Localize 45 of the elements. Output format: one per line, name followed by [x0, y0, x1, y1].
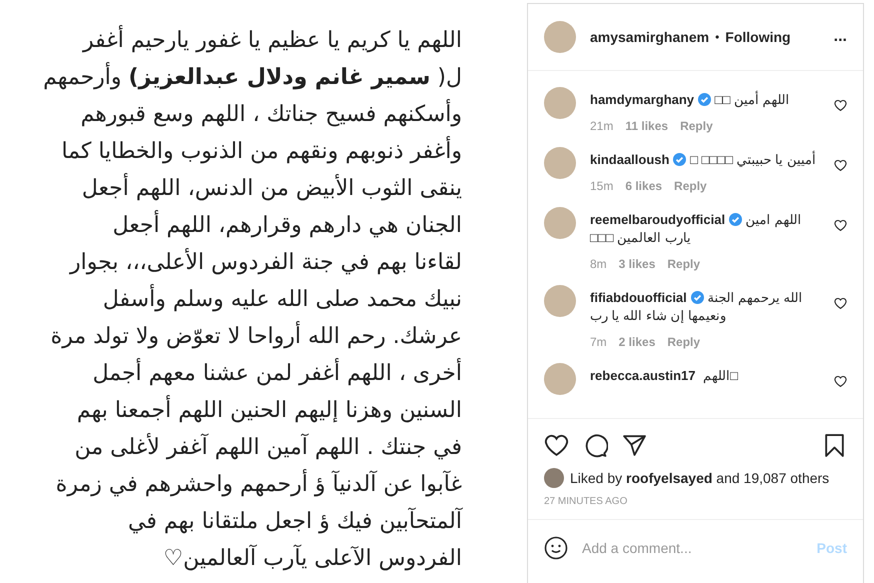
prayer-text-line: الجنان هي دارهم وقرارهم، اللهم أجعل — [112, 207, 462, 244]
comment-time: 15m — [590, 179, 614, 193]
likes-count-button[interactable]: 11 likes — [625, 119, 668, 133]
prayer-text-line: عرشك. رحم الله أرواحا لا تعوّض ولا تولد مرة — [50, 318, 462, 355]
more-options-button[interactable]: ... — [834, 28, 847, 46]
likes-count-button[interactable]: 6 likes — [625, 179, 662, 193]
avatar — [544, 468, 564, 488]
prayer-text-line: ل( سمير غانم ودلال عبدالعزيز) وأرحمهم — [43, 59, 462, 96]
prayer-text-line: آلمتحآبين فيك ؤ اجعل ملتقانا بهم في — [128, 506, 462, 536]
heart-icon[interactable] — [544, 433, 569, 458]
following-button[interactable]: Following — [725, 29, 791, 45]
prayer-text-line: وأغفر ذنوبهم ونقهم من الذنوب والخطايا كما — [61, 133, 462, 170]
heart-icon[interactable] — [834, 219, 847, 232]
reply-button[interactable]: Reply — [674, 179, 707, 193]
prayer-text-line: الفردوس الآعلى يآرب آلعالمين♡ — [163, 544, 462, 573]
prayer-text-line: لقاءنا بهم في جنة الفردوس الأعلى،،، بجوار — [70, 247, 462, 277]
comment-time: 21m — [590, 119, 614, 133]
paper-plane-icon[interactable] — [622, 433, 647, 458]
heart-icon[interactable] — [834, 159, 847, 172]
likes-summary: Liked by roofyelsayed and 19,087 others — [570, 470, 830, 486]
prayer-text-line: السنين وهزنا إليهم الحنين اللهم أجمعنا بهم — [76, 392, 462, 429]
comment-bubble-icon[interactable] — [583, 433, 608, 458]
reply-button[interactable]: Reply — [667, 257, 700, 271]
timestamp: 27 MINUTES AGO — [528, 492, 863, 520]
prayer-text-line: نبيك محمد صلى الله عليه وسلم وأسفل — [102, 281, 462, 318]
separator-dot: • — [715, 30, 720, 44]
prayer-text-line: في جنتك . اللهم آمين اللهم آغفر لأغلى من — [74, 432, 462, 462]
prayer-text-line: أخرى ، اللهم أغفر لمن عشنا معهم أجمل — [92, 355, 462, 392]
prayer-text-line: غآبوا عن آلدنيآ ؤ أرحمهم واحشرهم في زمرة — [56, 466, 462, 503]
bookmark-icon[interactable] — [822, 433, 847, 458]
prayer-text-line: وأسكنهم فسيح جناتك ، اللهم وسع قبورهم — [80, 96, 462, 133]
comment-time: 7m — [590, 335, 607, 349]
smiley-icon[interactable] — [544, 536, 568, 560]
post-button[interactable]: Post — [816, 540, 847, 556]
heart-icon[interactable] — [834, 297, 847, 310]
heart-icon[interactable] — [834, 99, 847, 112]
likes-count-button[interactable]: 2 likes — [618, 335, 656, 349]
prayer-text-line: اللهم يا كريم يا عظيم يا غفور يارحيم أغفر — [83, 22, 462, 59]
reply-button[interactable]: Reply — [667, 335, 700, 349]
comment-time: 8m — [590, 257, 607, 271]
username-link[interactable]: amysamirghanem — [590, 29, 710, 45]
prayer-text-line: ينقى الثوب الأبيض من الدنس، اللهم أجعل — [82, 170, 462, 207]
reply-button[interactable]: Reply — [680, 119, 713, 133]
likes-count-button[interactable]: 3 likes — [618, 257, 656, 271]
heart-icon[interactable] — [834, 375, 847, 388]
